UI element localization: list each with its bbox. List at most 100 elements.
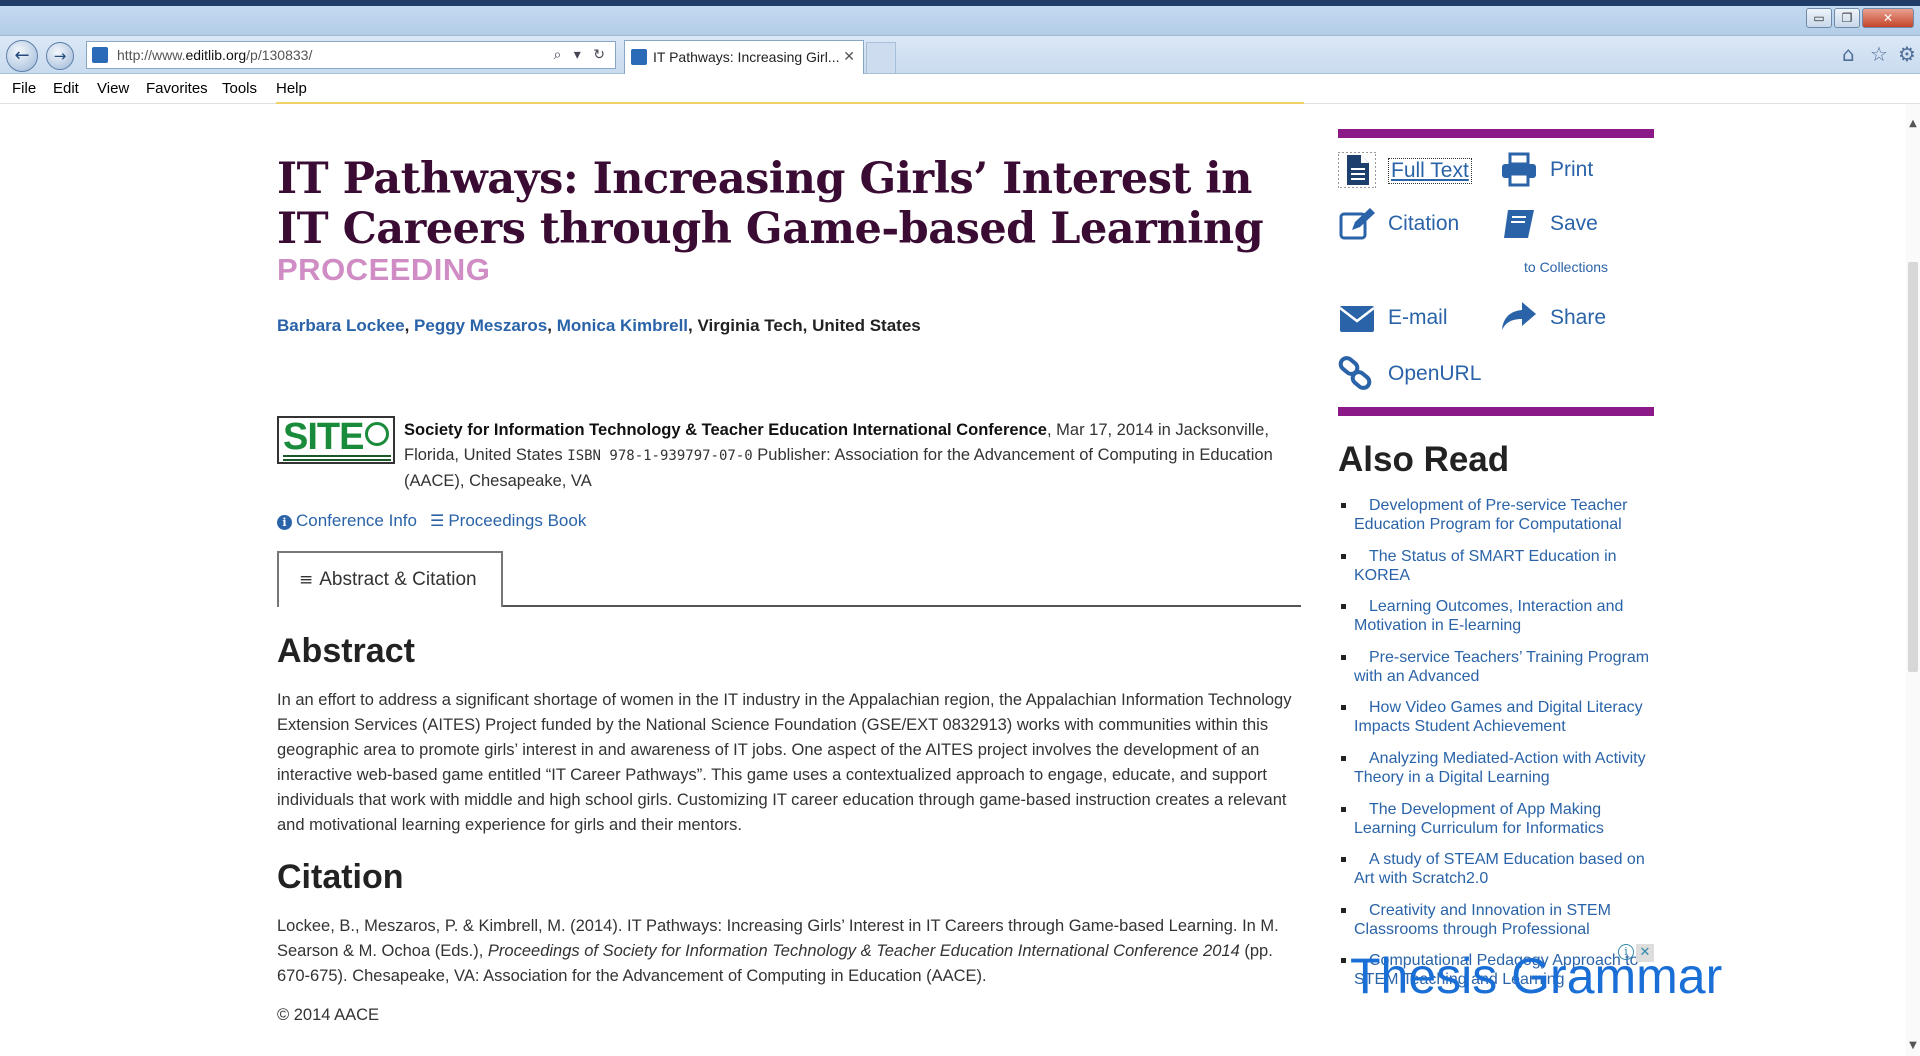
bullet-icon bbox=[1341, 553, 1346, 559]
close-window-button[interactable]: ✕ bbox=[1862, 8, 1914, 28]
favorites-star-icon[interactable]: ☆ bbox=[1870, 42, 1888, 66]
also-read-link[interactable]: Analyzing Mediated-Action with Activity … bbox=[1354, 749, 1656, 787]
openurl-label: OpenURL bbox=[1388, 362, 1482, 385]
tab-title: IT Pathways: Increasing Girl... bbox=[653, 49, 840, 65]
bullet-icon bbox=[1341, 654, 1346, 660]
also-read-link[interactable]: Creativity and Innovation in STEM Classr… bbox=[1354, 901, 1656, 939]
address-url[interactable]: http://www.editlib.org/p/130833/ bbox=[117, 42, 312, 68]
author-separator: , bbox=[404, 316, 415, 335]
also-read-link[interactable]: Pre-service Teachers’ Training Program w… bbox=[1354, 648, 1656, 686]
bullet-icon bbox=[1341, 857, 1346, 863]
home-icon[interactable]: ⌂ bbox=[1842, 42, 1855, 66]
menu-help[interactable]: Help bbox=[276, 80, 307, 97]
author-link[interactable]: Peggy Meszaros bbox=[414, 316, 547, 335]
also-read-link[interactable]: How Video Games and Digital Literacy Imp… bbox=[1354, 698, 1656, 736]
new-tab-button[interactable] bbox=[866, 42, 896, 74]
tab-abstract-citation[interactable]: ≡ Abstract & Citation bbox=[277, 551, 503, 607]
settings-gear-icon[interactable]: ⚙ bbox=[1898, 42, 1916, 66]
scrollbar-thumb[interactable] bbox=[1908, 262, 1918, 672]
bullet-icon bbox=[1341, 958, 1346, 964]
logo-text: SITE bbox=[283, 416, 364, 458]
printer-icon bbox=[1502, 152, 1536, 187]
address-bar[interactable]: http://www.editlib.org/p/130833/ ⌕ ▾ ↻ bbox=[86, 41, 616, 69]
tab-close-icon[interactable]: ✕ bbox=[843, 41, 855, 73]
menu-view[interactable]: View bbox=[97, 80, 129, 97]
document-type-label: PROCEEDING bbox=[277, 252, 491, 287]
also-read-link[interactable]: The Status of SMART Education in KOREA bbox=[1354, 547, 1656, 585]
tab-active[interactable]: IT Pathways: Increasing Girl... ✕ bbox=[624, 40, 864, 74]
bullet-icon bbox=[1341, 755, 1346, 761]
envelope-icon bbox=[1339, 306, 1375, 332]
print-label: Print bbox=[1550, 158, 1594, 181]
citation-proceedings-title: Proceedings of Society for Information T… bbox=[487, 942, 1240, 960]
header-divider bbox=[276, 102, 1304, 104]
also-read-heading: Also Read bbox=[1338, 440, 1510, 479]
conference-info: Society for Information Technology & Tea… bbox=[404, 418, 1294, 494]
menu-favorites[interactable]: Favorites bbox=[146, 80, 208, 97]
also-read-item[interactable]: Analyzing Mediated-Action with Activity … bbox=[1340, 749, 1656, 787]
page-title: IT Pathways: Increasing Girls’ Interest … bbox=[277, 154, 1264, 254]
also-read-item[interactable]: Creativity and Innovation in STEM Classr… bbox=[1340, 901, 1656, 939]
sidebar-bottom-bar bbox=[1338, 407, 1654, 416]
scroll-up-icon[interactable]: ▲ bbox=[1906, 118, 1920, 132]
also-read-item[interactable]: A study of STEAM Education based on Art … bbox=[1340, 850, 1656, 888]
author-affiliation: Virginia Tech, United States bbox=[697, 316, 921, 335]
link-icon bbox=[1338, 356, 1372, 390]
info-icon: i bbox=[277, 515, 292, 530]
citation-label: Citation bbox=[1388, 212, 1460, 235]
author-link[interactable]: Monica Kimbrell bbox=[557, 316, 688, 335]
conference-name: Society for Information Technology & Tea… bbox=[404, 421, 1047, 439]
forward-icon[interactable]: → bbox=[46, 42, 74, 70]
also-read-list: Development of Pre-service Teacher Educa… bbox=[1340, 496, 1656, 1002]
scroll-down-icon[interactable]: ▼ bbox=[1906, 1040, 1920, 1054]
also-read-link[interactable]: Learning Outcomes, Interaction and Motiv… bbox=[1354, 597, 1656, 635]
document-icon bbox=[1338, 152, 1376, 188]
window-top-strip bbox=[0, 0, 1920, 6]
menu-file[interactable]: File bbox=[12, 80, 36, 97]
minimize-button[interactable]: ▭ bbox=[1806, 8, 1832, 28]
menu-tools[interactable]: Tools bbox=[222, 80, 257, 97]
abstract-heading: Abstract bbox=[277, 632, 415, 670]
also-read-link[interactable]: A study of STEAM Education based on Art … bbox=[1354, 850, 1656, 888]
proceedings-book-link[interactable]: ☰ Proceedings Book bbox=[430, 511, 586, 531]
author-separator: , bbox=[547, 316, 557, 335]
also-read-item[interactable]: The Status of SMART Education in KOREA bbox=[1340, 547, 1656, 585]
also-read-item[interactable]: Development of Pre-service Teacher Educa… bbox=[1340, 496, 1656, 534]
copyright-notice: © 2014 AACE bbox=[277, 1006, 380, 1024]
share-arrow-icon bbox=[1502, 302, 1536, 330]
save-to-collections-label[interactable]: to Collections bbox=[1524, 259, 1608, 275]
logo-subtitle-lines bbox=[283, 455, 391, 461]
tab-abstract-citation-label: Abstract & Citation bbox=[319, 569, 477, 590]
restore-button[interactable]: ❐ bbox=[1834, 8, 1860, 28]
back-icon[interactable]: ← bbox=[6, 40, 38, 72]
also-read-item[interactable]: Learning Outcomes, Interaction and Motiv… bbox=[1340, 597, 1656, 635]
email-label: E-mail bbox=[1388, 306, 1448, 329]
bullet-icon bbox=[1341, 705, 1346, 711]
also-read-link[interactable]: Development of Pre-service Teacher Educa… bbox=[1354, 496, 1656, 534]
also-read-link[interactable]: The Development of App Making Learning C… bbox=[1354, 800, 1656, 838]
menu-edit[interactable]: Edit bbox=[53, 80, 79, 97]
logo-globe-icon bbox=[365, 422, 389, 446]
conference-logo[interactable]: SITE bbox=[277, 416, 395, 464]
bullet-icon bbox=[1341, 604, 1346, 610]
author-link[interactable]: Barbara Lockee bbox=[277, 316, 405, 335]
citation-text: Lockee, B., Meszaros, P. & Kimbrell, M. … bbox=[277, 914, 1297, 989]
author-list: Barbara Lockee, Peggy Meszaros, Monica K… bbox=[277, 316, 921, 336]
isbn: ISBN 978-1-939797-07-0 bbox=[567, 448, 753, 464]
conference-info-label: Conference Info bbox=[296, 511, 417, 530]
conference-info-link[interactable]: i Conference Info bbox=[277, 511, 417, 531]
also-read-item[interactable]: The Development of App Making Learning C… bbox=[1340, 800, 1656, 838]
save-label: Save bbox=[1550, 212, 1598, 235]
align-left-icon: ≡ bbox=[299, 570, 314, 590]
bullet-icon bbox=[1341, 806, 1346, 812]
also-read-item[interactable]: How Video Games and Digital Literacy Imp… bbox=[1340, 698, 1656, 736]
also-read-item[interactable]: Pre-service Teachers’ Training Program w… bbox=[1340, 648, 1656, 686]
advertisement-text[interactable]: Thesis Grammar bbox=[1350, 948, 1722, 1004]
share-label: Share bbox=[1550, 306, 1607, 329]
list-icon: ☰ bbox=[430, 511, 445, 530]
citation-heading: Citation bbox=[277, 858, 404, 896]
address-tools-icon[interactable]: ⌕ ▾ ↻ bbox=[554, 42, 610, 68]
navigation-bar: ← → http://www.editlib.org/p/130833/ ⌕ ▾… bbox=[0, 36, 1920, 74]
book-icon bbox=[1504, 210, 1534, 238]
edit-icon bbox=[1339, 208, 1375, 240]
